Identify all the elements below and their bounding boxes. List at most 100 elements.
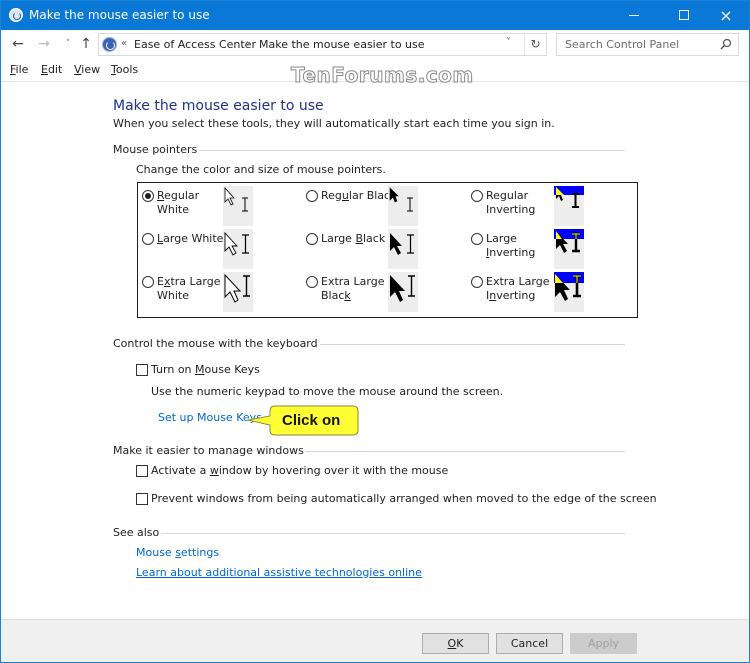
recent-locations-button[interactable]: ˅ <box>59 35 77 53</box>
divider <box>199 150 625 151</box>
forward-arrow-icon: → <box>38 36 50 52</box>
radio-label: Regular Black <box>321 189 397 202</box>
section-title: Mouse pointers <box>113 143 198 156</box>
section-header-see-also: See also <box>113 526 625 539</box>
menu-view[interactable]: View <box>74 63 100 76</box>
activate-window-hover-label: Activate a window by hovering over it wi… <box>151 464 449 477</box>
control-panel-window: Make the mouse easier to use × ← → ˅ ↑ «… <box>0 0 750 663</box>
radio-button[interactable] <box>471 233 483 245</box>
close-button[interactable]: × <box>703 1 749 30</box>
menu-tools[interactable]: Tools <box>111 63 138 76</box>
callout-text: Click on <box>282 412 341 429</box>
mouse-keys-checkbox[interactable] <box>136 363 148 376</box>
breadcrumb-overflow-icon[interactable]: « <box>121 38 127 49</box>
activate-window-hover-row[interactable]: Activate a window by hovering over it wi… <box>136 464 448 477</box>
click-on-callout: Click on <box>247 405 359 436</box>
radio-label: Large White <box>157 232 224 245</box>
arrow-pointer-icon <box>389 187 413 212</box>
back-arrow-icon: ← <box>12 36 24 52</box>
menu-file[interactable]: File <box>10 63 28 76</box>
inverting-pointer-icon <box>554 186 584 208</box>
divider <box>161 533 625 534</box>
mouse-settings-link[interactable]: Mouse settings <box>136 546 219 559</box>
maximize-icon <box>679 10 689 20</box>
chevron-down-icon: ˅ <box>65 39 71 49</box>
arrow-pointer-icon <box>224 231 249 256</box>
activate-window-hover-checkbox[interactable] <box>136 464 148 477</box>
radio-button[interactable] <box>306 276 318 288</box>
prevent-snap-checkbox[interactable] <box>136 492 148 505</box>
search-box[interactable] <box>556 33 739 56</box>
refresh-button[interactable]: ↻ <box>524 34 546 55</box>
radio-label: Regular White <box>157 189 200 216</box>
radio-button[interactable] <box>306 190 318 202</box>
cancel-button[interactable]: Cancel <box>496 633 563 654</box>
divider <box>319 344 625 345</box>
pointer-scheme-grid: Regular White Regular Black Regular Inve… <box>137 182 638 318</box>
regular-white-preview <box>223 186 253 226</box>
inverting-pointer-icon <box>554 272 584 301</box>
mouse-keys-label: Turn on Mouse Keys <box>151 363 260 376</box>
ease-of-access-icon <box>9 8 23 22</box>
radio-label: Extra Large Black <box>321 275 385 302</box>
up-button[interactable]: ↑ <box>77 35 95 53</box>
mouse-keys-checkbox-row[interactable]: Turn on Mouse Keys <box>136 363 260 376</box>
address-bar[interactable]: « Ease of Access Center › Make the mouse… <box>98 33 547 56</box>
large-black-preview <box>388 229 418 269</box>
radio-button[interactable] <box>142 276 154 288</box>
section-title: See also <box>113 526 160 539</box>
section-header-keyboard-control: Control the mouse with the keyboard <box>113 337 625 350</box>
radio-label: Regular Inverting <box>486 189 536 216</box>
radio-button[interactable] <box>471 276 483 288</box>
divider <box>305 451 625 452</box>
radio-button[interactable] <box>306 233 318 245</box>
title-bar[interactable]: Make the mouse easier to use × <box>1 1 749 30</box>
back-button[interactable]: ← <box>9 35 27 53</box>
page-title: Make the mouse easier to use <box>113 98 324 114</box>
address-dropdown-icon[interactable]: ˅ <box>506 37 511 48</box>
regular-black-preview <box>388 186 418 226</box>
large-inverting-preview <box>554 229 584 269</box>
window-title: Make the mouse easier to use <box>29 8 210 22</box>
section-title: Make it easier to manage windows <box>113 444 304 457</box>
navigation-bar: ← → ˅ ↑ « Ease of Access Center › Make t… <box>1 30 749 60</box>
prevent-snap-label: Prevent windows from being automatically… <box>151 492 657 505</box>
assistive-technologies-link[interactable]: Learn about additional assistive technol… <box>136 566 422 579</box>
up-arrow-icon: ↑ <box>80 36 92 52</box>
close-icon: × <box>719 6 733 25</box>
search-input[interactable] <box>557 34 717 55</box>
regular-inverting-preview <box>554 186 584 226</box>
radio-button[interactable] <box>142 190 154 202</box>
radio-label: Large Inverting <box>486 232 536 259</box>
main-content: Make the mouse easier to use When you se… <box>1 83 749 631</box>
ok-button[interactable]: OK <box>422 633 489 654</box>
forward-button[interactable]: → <box>35 35 53 53</box>
search-icon[interactable] <box>720 38 732 50</box>
maximize-button[interactable] <box>661 1 707 30</box>
extra-large-inverting-preview <box>554 272 584 312</box>
large-white-preview <box>223 229 253 269</box>
dialog-footer: OK Cancel Apply <box>1 619 749 662</box>
prevent-snap-row[interactable]: Prevent windows from being automatically… <box>136 492 657 505</box>
radio-label: Extra Large White <box>157 275 221 302</box>
mouse-pointers-description: Change the color and size of mouse point… <box>136 163 386 176</box>
refresh-icon: ↻ <box>530 37 541 51</box>
section-header-manage-windows: Make it easier to manage windows <box>113 444 625 457</box>
arrow-pointer-icon <box>390 275 415 302</box>
breadcrumb-ease-of-access-center[interactable]: Ease of Access Center <box>134 38 256 51</box>
arrow-pointer-icon <box>224 186 248 212</box>
inverting-pointer-icon <box>554 229 584 253</box>
menu-edit[interactable]: Edit <box>41 63 62 76</box>
apply-button[interactable]: Apply <box>570 633 637 654</box>
section-title: Control the mouse with the keyboard <box>113 337 318 350</box>
minimize-button[interactable] <box>611 1 657 30</box>
radio-button[interactable] <box>471 190 483 202</box>
minimize-icon <box>629 15 639 16</box>
section-header-mouse-pointers: Mouse pointers <box>113 143 625 156</box>
extra-large-black-preview <box>388 272 418 312</box>
breadcrumb-current-page[interactable]: Make the mouse easier to use <box>259 38 425 51</box>
page-subtitle: When you select these tools, they will a… <box>113 117 555 130</box>
extra-large-white-preview <box>223 272 253 312</box>
radio-button[interactable] <box>142 233 154 245</box>
breadcrumb-separator-icon[interactable]: › <box>246 38 250 49</box>
